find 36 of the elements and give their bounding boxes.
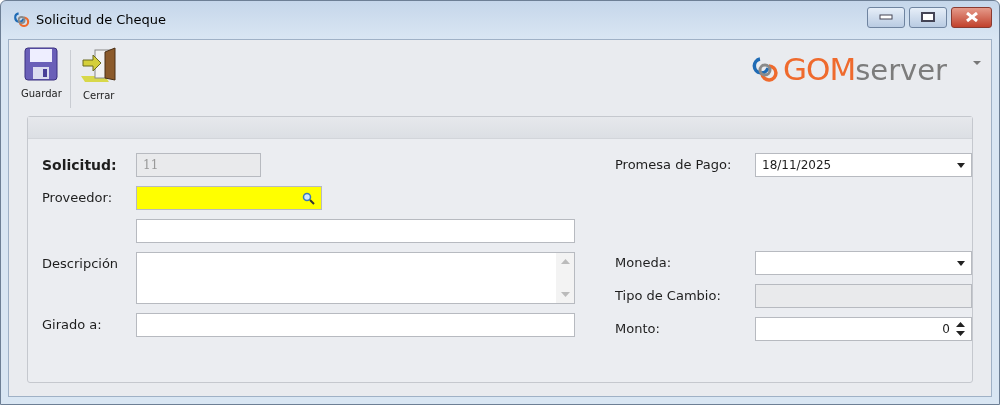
close-form-button[interactable]: Cerrar	[70, 46, 127, 103]
text-field[interactable]	[136, 219, 575, 243]
spin-arrows-icon[interactable]	[956, 320, 965, 338]
close-button[interactable]	[951, 6, 992, 28]
text-field: 11	[136, 153, 261, 177]
description-field[interactable]	[136, 252, 575, 304]
field-label: Tipo de Cambio:	[615, 287, 722, 306]
search-icon[interactable]	[302, 191, 315, 205]
door-exit-icon	[78, 46, 119, 84]
field-label: Monto:	[615, 320, 661, 339]
dropdown-caret-icon[interactable]	[973, 60, 981, 65]
field-label: Promesa de Pago:	[615, 156, 733, 175]
maximize-icon	[921, 12, 935, 22]
text-field[interactable]	[136, 313, 575, 337]
save-button[interactable]: Guardar	[13, 46, 70, 101]
scroll-up-icon[interactable]	[560, 259, 570, 264]
caret-icon	[957, 162, 965, 168]
caret-icon	[957, 260, 965, 266]
scrollbar[interactable]	[556, 253, 574, 303]
lookup-field[interactable]	[136, 186, 322, 210]
field-label: Solicitud:	[42, 155, 118, 175]
app-logo-icon	[12, 11, 30, 29]
field-label: Moneda:	[615, 254, 672, 273]
number-field[interactable]: 0	[755, 317, 972, 341]
logo-text: GOMserver	[783, 54, 947, 86]
field-label: Proveedor:	[42, 189, 113, 208]
close-icon	[964, 12, 979, 22]
field-label: Girado a:	[42, 316, 103, 335]
dropdown-field[interactable]: 18/11/2025	[755, 153, 972, 177]
minimize-button[interactable]	[867, 6, 905, 28]
field-label: Descripción	[42, 255, 120, 273]
dropdown-field[interactable]	[755, 251, 972, 275]
scroll-down-icon[interactable]	[560, 292, 570, 297]
minimize-icon	[879, 14, 893, 20]
window-title: Solicitud de Cheque	[36, 11, 167, 30]
maximize-button[interactable]	[909, 6, 947, 28]
